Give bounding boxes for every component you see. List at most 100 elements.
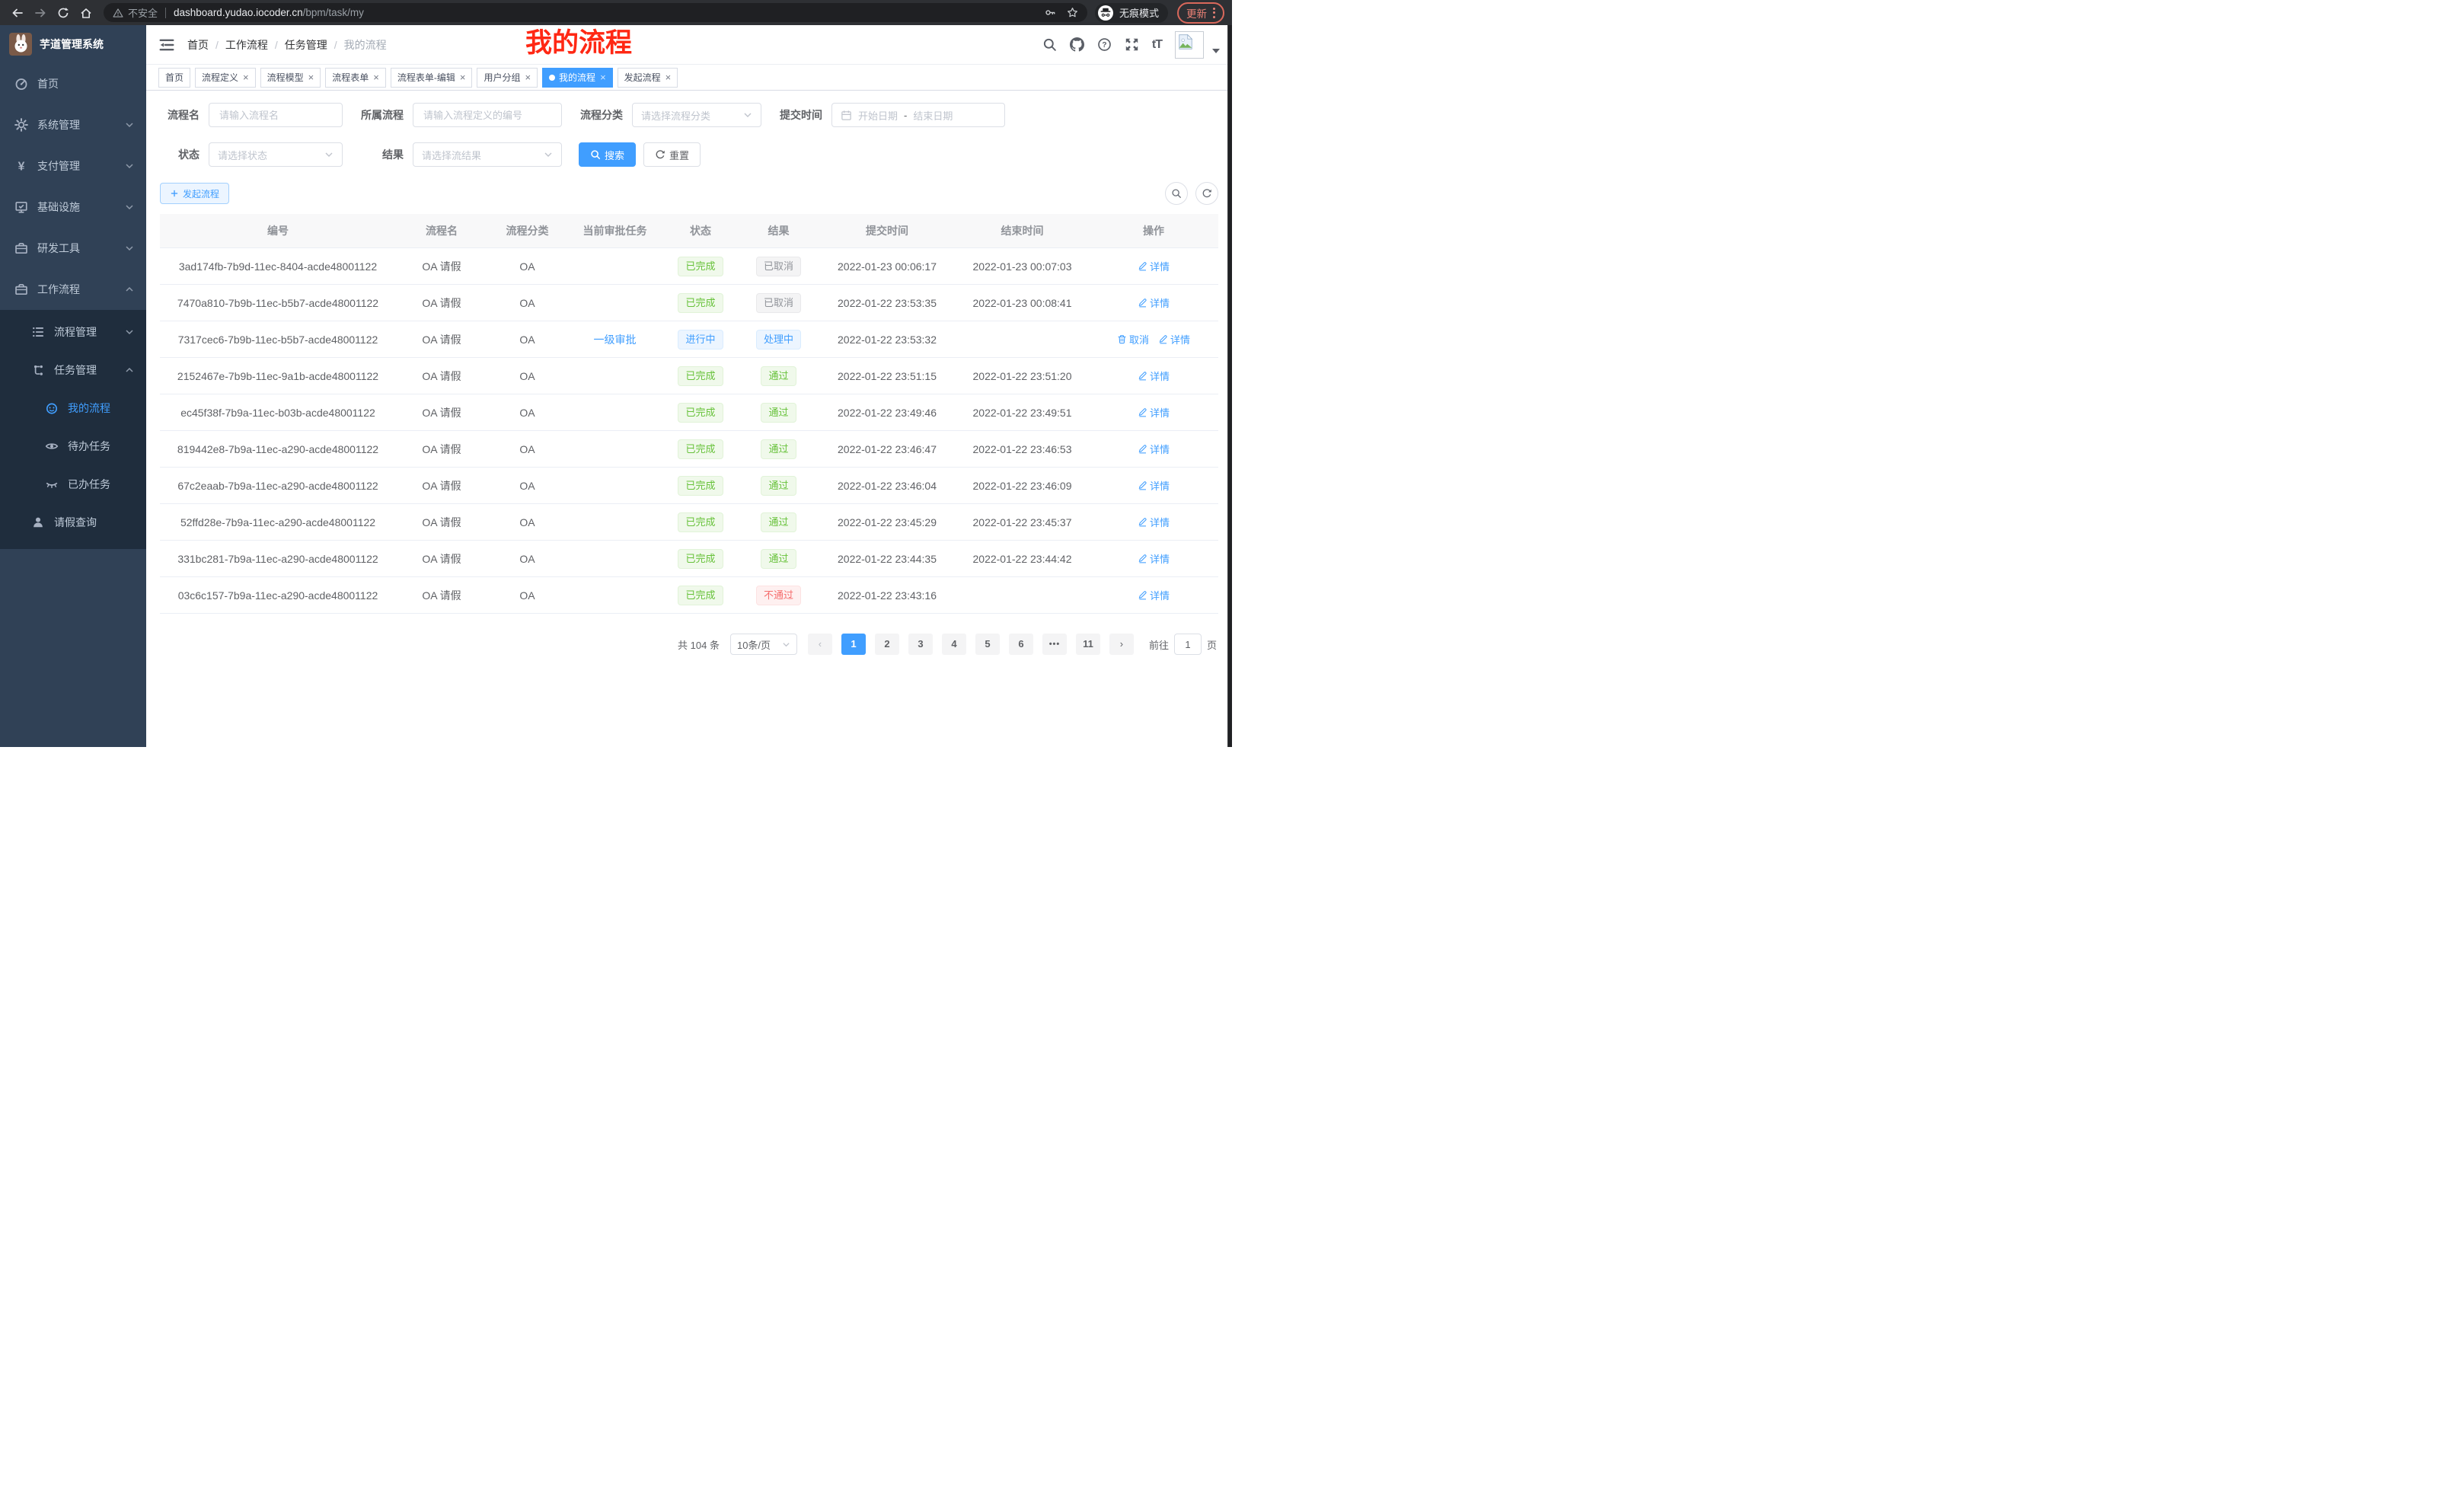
- page-button-2[interactable]: 2: [875, 634, 899, 655]
- detail-link[interactable]: 详情: [1138, 551, 1170, 566]
- sidebar-item-devtools[interactable]: 研发工具: [0, 228, 146, 269]
- app-logo-rabbit-image: [9, 33, 32, 56]
- cancel-link[interactable]: 取消: [1117, 332, 1149, 346]
- sidebar-item-infrastructure[interactable]: 基础设施: [0, 187, 146, 228]
- close-icon[interactable]: ×: [243, 72, 249, 82]
- detail-link[interactable]: 详情: [1138, 259, 1170, 273]
- cell-result: 不通过: [739, 577, 819, 614]
- close-icon[interactable]: ×: [373, 72, 379, 82]
- sidebar-item-home[interactable]: 首页: [0, 63, 146, 104]
- browser-menu-icon[interactable]: [1213, 8, 1215, 18]
- task-link[interactable]: 一级审批: [594, 334, 637, 346]
- page-button-1[interactable]: 1: [841, 634, 866, 655]
- sidebar-item-label: 基础设施: [37, 200, 80, 215]
- tab-process-definition[interactable]: 流程定义×: [195, 68, 256, 88]
- submit-time-range-picker[interactable]: 开始日期 - 结束日期: [831, 103, 1005, 127]
- browser-scrollbar[interactable]: [1227, 25, 1232, 747]
- close-icon[interactable]: ×: [308, 72, 314, 82]
- detail-link[interactable]: 详情: [1138, 588, 1170, 602]
- app-logo-row[interactable]: 芋道管理系统: [0, 25, 146, 63]
- browser-home-button[interactable]: [76, 3, 96, 23]
- status-badge: 不通过: [756, 586, 801, 605]
- help-icon[interactable]: ?: [1097, 37, 1112, 52]
- bookmark-star-icon[interactable]: [1067, 7, 1078, 18]
- reset-button[interactable]: 重置: [643, 142, 701, 167]
- font-size-icon[interactable]: tT: [1152, 38, 1162, 52]
- sidebar-item-done-tasks[interactable]: 已办任务: [0, 465, 146, 503]
- sidebar-item-process-mgmt[interactable]: 流程管理: [0, 313, 146, 351]
- breadcrumb-item[interactable]: 工作流程: [225, 37, 268, 53]
- page-button-6[interactable]: 6: [1009, 634, 1033, 655]
- chevron-down-icon: [125, 120, 134, 129]
- refresh-table-button[interactable]: [1195, 182, 1218, 205]
- tab-start-process[interactable]: 发起流程×: [618, 68, 678, 88]
- breadcrumb-item[interactable]: 任务管理: [285, 37, 327, 53]
- cell-category: OA: [487, 358, 567, 394]
- detail-link[interactable]: 详情: [1138, 478, 1170, 493]
- github-icon[interactable]: [1070, 37, 1084, 52]
- page-button-4[interactable]: 4: [942, 634, 966, 655]
- search-icon[interactable]: [1042, 37, 1057, 52]
- process-name-input[interactable]: [209, 103, 343, 127]
- tab-user-group[interactable]: 用户分组×: [477, 68, 538, 88]
- tab-home[interactable]: 首页: [158, 68, 190, 88]
- tab-process-form-edit[interactable]: 流程表单-编辑×: [391, 68, 473, 88]
- cell-category: OA: [487, 285, 567, 321]
- start-process-button[interactable]: 发起流程: [160, 183, 229, 204]
- show-search-button[interactable]: [1165, 182, 1188, 205]
- search-button[interactable]: 搜索: [579, 142, 636, 167]
- sidebar-item-leave-query[interactable]: 请假查询: [0, 503, 146, 541]
- close-icon[interactable]: ×: [460, 72, 466, 82]
- address-bar[interactable]: 不安全 dashboard.yudao.iocoder.cn/bpm/task/…: [104, 3, 1087, 22]
- sidebar-item-todo-tasks[interactable]: 待办任务: [0, 427, 146, 465]
- browser-reload-button[interactable]: [53, 3, 73, 23]
- goto-page-input[interactable]: [1174, 634, 1202, 655]
- sidebar-item-my-process[interactable]: 我的流程: [0, 389, 146, 427]
- key-icon[interactable]: [1045, 7, 1056, 18]
- process-category-select[interactable]: 请选择流程分类: [632, 103, 761, 127]
- sidebar-toggle-button[interactable]: [158, 37, 175, 53]
- page-button-3[interactable]: 3: [908, 634, 933, 655]
- tab-process-model[interactable]: 流程模型×: [260, 68, 321, 88]
- status-badge: 通过: [761, 366, 796, 386]
- avatar[interactable]: [1175, 31, 1204, 59]
- cell-end-time: 2022-01-23 00:07:03: [956, 248, 1089, 285]
- detail-link[interactable]: 详情: [1138, 515, 1170, 529]
- sidebar-item-system[interactable]: 系统管理: [0, 104, 146, 145]
- cell-name: OA 请假: [396, 285, 487, 321]
- sidebar-item-payment[interactable]: ¥支付管理: [0, 145, 146, 187]
- page-size-select[interactable]: 10条/页: [730, 634, 797, 655]
- detail-link[interactable]: 详情: [1138, 442, 1170, 456]
- breadcrumb-item[interactable]: 首页: [187, 37, 209, 53]
- next-page-button[interactable]: ›: [1109, 634, 1134, 655]
- close-icon[interactable]: ×: [525, 72, 531, 82]
- more-pages-button[interactable]: •••: [1042, 634, 1067, 655]
- tab-my-process[interactable]: 我的流程×: [542, 68, 613, 88]
- result-select[interactable]: 请选择流结果: [413, 142, 562, 167]
- page-button-5[interactable]: 5: [975, 634, 1000, 655]
- status-badge: 已完成: [678, 366, 723, 386]
- browser-forward-button[interactable]: [30, 3, 50, 23]
- close-icon[interactable]: ×: [665, 72, 672, 82]
- fullscreen-icon[interactable]: [1125, 37, 1139, 52]
- close-icon[interactable]: ×: [600, 72, 606, 82]
- browser-update-button[interactable]: 更新: [1177, 2, 1224, 24]
- detail-link[interactable]: 详情: [1138, 295, 1170, 310]
- process-definition-input[interactable]: [413, 103, 562, 127]
- sidebar-item-task-mgmt[interactable]: 任务管理: [0, 351, 146, 389]
- cell-end-time: [956, 577, 1089, 614]
- app-title: 芋道管理系统: [40, 37, 104, 52]
- detail-link[interactable]: 详情: [1158, 332, 1190, 346]
- status-select[interactable]: 请选择状态: [209, 142, 343, 167]
- breadcrumb: 首页/工作流程/任务管理/我的流程: [187, 37, 387, 53]
- tab-process-form[interactable]: 流程表单×: [325, 68, 386, 88]
- sidebar-item-workflow[interactable]: 工作流程: [0, 269, 146, 310]
- browser-back-button[interactable]: [8, 3, 27, 23]
- detail-link[interactable]: 详情: [1138, 405, 1170, 420]
- security-chip[interactable]: 不安全: [113, 5, 158, 20]
- table-row: 03c6c157-7b9a-11ec-a290-acde48001122OA 请…: [160, 577, 1218, 614]
- avatar-dropdown-caret[interactable]: [1212, 49, 1220, 53]
- detail-link[interactable]: 详情: [1138, 369, 1170, 383]
- prev-page-button[interactable]: ‹: [808, 634, 832, 655]
- page-button-11[interactable]: 11: [1076, 634, 1100, 655]
